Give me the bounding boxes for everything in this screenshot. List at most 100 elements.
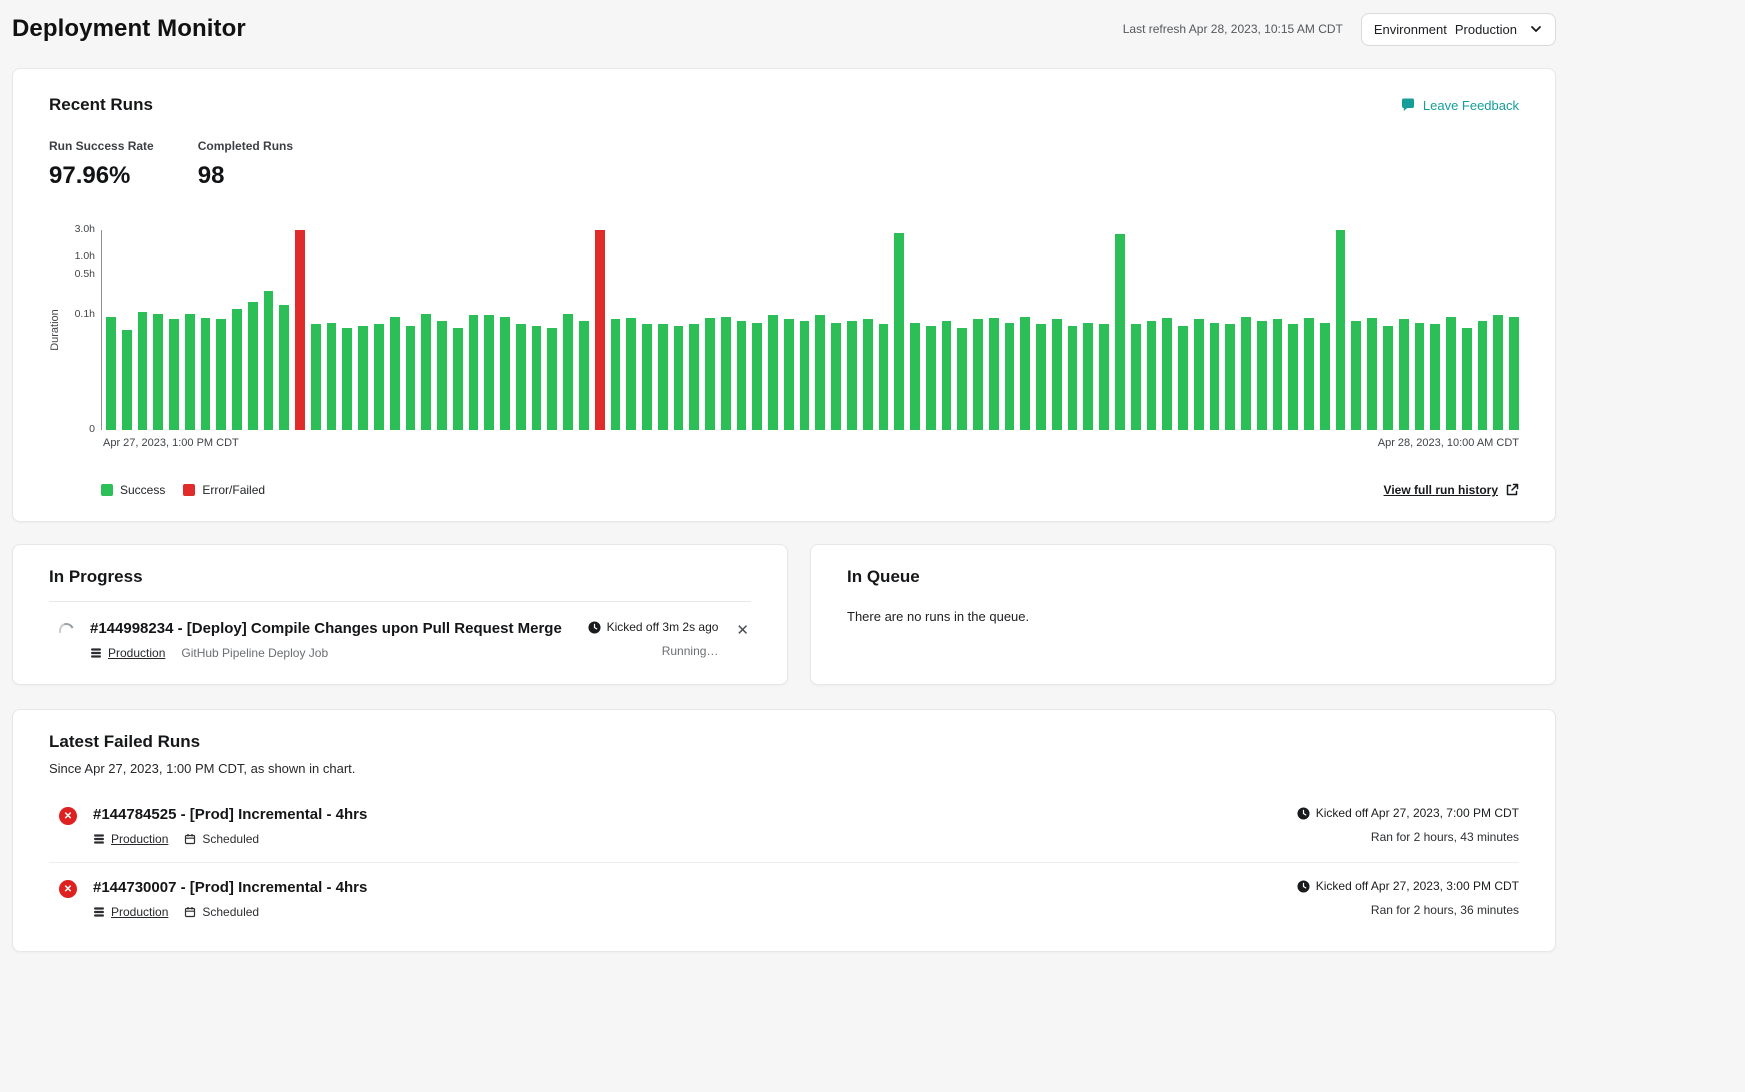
chart-bar[interactable] xyxy=(421,314,431,430)
chart-bar[interactable] xyxy=(1446,317,1456,430)
chart-bar[interactable] xyxy=(847,321,857,430)
chart-bar[interactable] xyxy=(453,328,463,430)
chart-bar[interactable] xyxy=(216,319,226,430)
chart-bar[interactable] xyxy=(1083,323,1093,430)
chart-bar[interactable] xyxy=(800,321,810,430)
chart-bar[interactable] xyxy=(1320,323,1330,430)
chart-bar[interactable] xyxy=(957,328,967,430)
chart-bar[interactable] xyxy=(894,233,904,430)
chart-bar[interactable] xyxy=(689,324,699,430)
chart-bar[interactable] xyxy=(516,324,526,430)
chart-bar[interactable] xyxy=(1288,324,1298,430)
production-link[interactable]: Production xyxy=(111,905,168,919)
chart-bar[interactable] xyxy=(1367,318,1377,430)
chart-bar[interactable] xyxy=(973,319,983,430)
chart-bar[interactable] xyxy=(532,326,542,430)
chart-bar[interactable] xyxy=(1162,318,1172,430)
chart-bar[interactable] xyxy=(1052,319,1062,430)
failed-runs-title: Latest Failed Runs xyxy=(49,732,1519,752)
chart-bar[interactable] xyxy=(547,328,557,430)
chart-bar[interactable] xyxy=(863,319,873,430)
cancel-run-button[interactable]: ✕ xyxy=(734,621,751,640)
chart-bar[interactable] xyxy=(942,321,952,430)
chart-bar[interactable] xyxy=(1383,326,1393,430)
job-name-label: GitHub Pipeline Deploy Job xyxy=(181,646,328,660)
chart-bar[interactable] xyxy=(1351,321,1361,430)
chart-bar[interactable] xyxy=(611,319,621,430)
chart-bar[interactable] xyxy=(342,328,352,430)
chart-bar[interactable] xyxy=(579,321,589,430)
chart-bar[interactable] xyxy=(1336,230,1346,430)
chart-bar[interactable] xyxy=(1493,315,1503,430)
chart-bar[interactable] xyxy=(768,315,778,430)
production-link[interactable]: Production xyxy=(111,832,168,846)
chart-bar[interactable] xyxy=(1036,324,1046,430)
chart-bar[interactable] xyxy=(910,323,920,430)
chart-bar[interactable] xyxy=(232,309,242,430)
chart-bar[interactable] xyxy=(1257,321,1267,430)
chart-bar[interactable] xyxy=(1147,321,1157,430)
chart-bar[interactable] xyxy=(1178,326,1188,430)
view-history-link[interactable]: View full run history xyxy=(1384,483,1519,497)
chart-bar[interactable] xyxy=(879,324,889,430)
chart-bar[interactable] xyxy=(1509,317,1519,430)
chart-bar[interactable] xyxy=(595,230,605,430)
chart-bar[interactable] xyxy=(390,317,400,430)
chart-bar[interactable] xyxy=(185,314,195,430)
production-link[interactable]: Production xyxy=(108,646,165,660)
chart-bar[interactable] xyxy=(563,314,573,430)
chart-bar[interactable] xyxy=(1099,324,1109,430)
chart-bar[interactable] xyxy=(1068,326,1078,430)
chart-bar[interactable] xyxy=(1304,318,1314,430)
chart-bar[interactable] xyxy=(658,324,668,430)
chart-bar[interactable] xyxy=(1273,319,1283,430)
chart-bar[interactable] xyxy=(1020,317,1030,430)
chart-bar[interactable] xyxy=(1115,234,1125,430)
chart-bar[interactable] xyxy=(437,321,447,430)
chart-bar[interactable] xyxy=(926,326,936,430)
chart-bar[interactable] xyxy=(1210,323,1220,430)
chart-bar[interactable] xyxy=(500,317,510,430)
chart-bar[interactable] xyxy=(1415,323,1425,430)
chart-bar[interactable] xyxy=(1225,324,1235,430)
chart-bar[interactable] xyxy=(264,291,274,430)
chart-bar[interactable] xyxy=(279,305,289,430)
leave-feedback-button[interactable]: Leave Feedback xyxy=(1400,97,1519,113)
chart-bar[interactable] xyxy=(153,314,163,430)
chart-bar[interactable] xyxy=(1005,323,1015,430)
chart-bar[interactable] xyxy=(1399,319,1409,430)
chart-bar[interactable] xyxy=(406,326,416,430)
chart-bar[interactable] xyxy=(626,318,636,430)
chart-bar[interactable] xyxy=(374,324,384,430)
chart-bar[interactable] xyxy=(642,324,652,430)
chart-bar[interactable] xyxy=(737,321,747,430)
chart-bar[interactable] xyxy=(122,330,132,430)
chart-bar[interactable] xyxy=(469,315,479,430)
chart-bar[interactable] xyxy=(169,319,179,430)
chart-bar[interactable] xyxy=(784,319,794,430)
chart-bar[interactable] xyxy=(705,318,715,430)
chart-bar[interactable] xyxy=(815,315,825,430)
chart-bar[interactable] xyxy=(989,318,999,430)
chart-bar[interactable] xyxy=(295,230,305,430)
chart-bar[interactable] xyxy=(721,317,731,430)
chart-bar[interactable] xyxy=(201,318,211,430)
chart-bar[interactable] xyxy=(1430,324,1440,430)
chart-bar[interactable] xyxy=(831,323,841,430)
legend-item-success: Success xyxy=(101,483,165,497)
environment-dropdown[interactable]: Environment Production xyxy=(1361,13,1556,46)
chart-bar[interactable] xyxy=(311,324,321,430)
chart-bar[interactable] xyxy=(106,317,116,430)
chart-bar[interactable] xyxy=(752,323,762,430)
chart-bar[interactable] xyxy=(1194,319,1204,430)
chart-bar[interactable] xyxy=(1131,324,1141,430)
chart-bar[interactable] xyxy=(1462,328,1472,430)
chart-bar[interactable] xyxy=(248,302,258,430)
chart-bar[interactable] xyxy=(327,323,337,430)
chart-bar[interactable] xyxy=(358,326,368,430)
chart-bar[interactable] xyxy=(484,315,494,430)
chart-bar[interactable] xyxy=(1241,317,1251,430)
chart-bar[interactable] xyxy=(1478,321,1488,430)
chart-bar[interactable] xyxy=(138,312,148,430)
chart-bar[interactable] xyxy=(674,326,684,430)
